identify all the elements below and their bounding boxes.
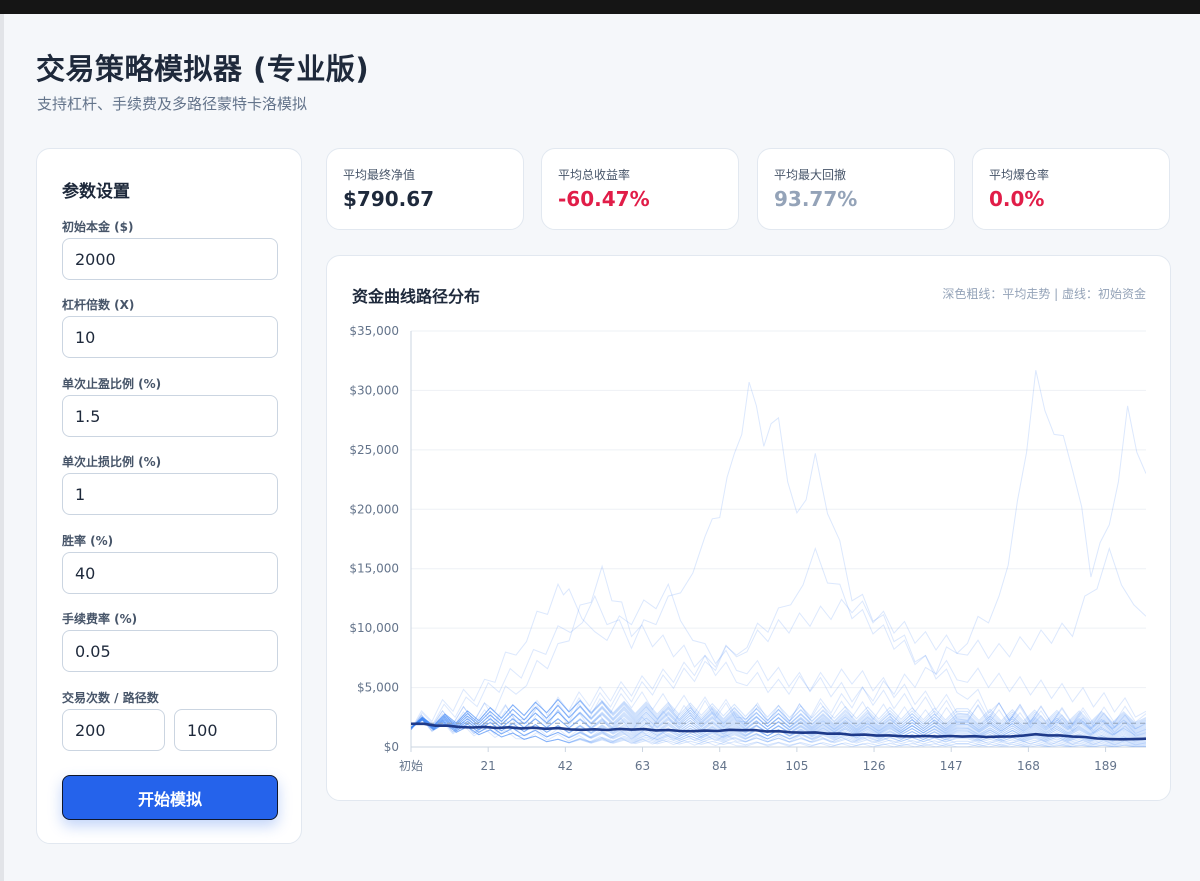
trades-count-input[interactable] <box>62 709 165 751</box>
stat-label: 平均最大回撤 <box>774 168 847 182</box>
x-tick-label: 21 <box>481 759 496 773</box>
initial-capital-input[interactable] <box>62 238 278 280</box>
y-tick-label: $20,000 <box>349 502 399 516</box>
fee-rate-label: 手续费率 (%) <box>62 612 138 626</box>
y-tick-label: $5,000 <box>357 681 399 695</box>
run-simulation-button[interactable]: 开始模拟 <box>62 775 278 820</box>
window-top-bar <box>0 0 1200 14</box>
equity-path-line <box>411 381 1146 735</box>
leverage-label: 杠杆倍数 (X) <box>62 298 135 312</box>
window-left-edge <box>0 14 4 881</box>
leverage-input[interactable] <box>62 316 278 358</box>
equity-chart: $0 $5,000 $10,000 $15,000 $20,000 $25,000 $30,… <box>349 324 1146 773</box>
stat-label: 平均最终净值 <box>343 168 416 182</box>
x-tick-label: 63 <box>635 759 650 773</box>
x-tick-label: 126 <box>863 759 886 773</box>
win-rate-input[interactable] <box>62 552 278 594</box>
fee-rate-input[interactable] <box>62 630 278 672</box>
paths-count-input[interactable] <box>174 709 277 751</box>
win-rate-label: 胜率 (%) <box>62 534 114 548</box>
params-panel: 参数设置 初始本金 ($) 杠杆倍数 (X) 单次止盈比例 (%) 单次止损比例… <box>36 148 302 844</box>
stat-label: 平均爆仓率 <box>989 168 1050 182</box>
x-tick-label: 105 <box>785 759 808 773</box>
take-profit-input[interactable] <box>62 395 278 437</box>
stat-value: -60.47% <box>558 187 650 211</box>
stop-loss-label: 单次止损比例 (%) <box>62 455 162 469</box>
stat-card-max-drawdown: 平均最大回撤 93.77% <box>757 148 955 230</box>
stop-loss-input[interactable] <box>62 473 278 515</box>
y-tick-label: $0 <box>384 740 399 754</box>
stat-card-liquidation-rate: 平均爆仓率 0.0% <box>972 148 1170 230</box>
page-title: 交易策略模拟器 (专业版) <box>36 52 370 86</box>
x-tick-label: 42 <box>558 759 573 773</box>
equity-chart-card: 资金曲线路径分布 深色粗线：平均走势 | 虚线：初始资金 $0 $5,000 $10… <box>326 255 1171 801</box>
x-tick-label: 84 <box>712 759 727 773</box>
y-tick-label: $35,000 <box>349 324 399 338</box>
page-subtitle: 支持杠杆、手续费及多路径蒙特卡洛模拟 <box>37 95 308 113</box>
stat-card-final-equity: 平均最终净值 $790.67 <box>326 148 524 230</box>
stat-value: 0.0% <box>989 187 1045 211</box>
trades-paths-label: 交易次数 / 路径数 <box>62 691 159 705</box>
y-tick-label: $15,000 <box>349 562 399 576</box>
stat-card-total-return: 平均总收益率 -60.47% <box>541 148 739 230</box>
x-tick-label: 初始 <box>399 759 423 773</box>
x-tick-label: 189 <box>1094 759 1117 773</box>
y-tick-label: $25,000 <box>349 443 399 457</box>
stat-value: $790.67 <box>343 187 435 211</box>
take-profit-label: 单次止盈比例 (%) <box>62 377 162 391</box>
equity-path-line <box>411 546 1146 730</box>
stat-label: 平均总收益率 <box>558 168 631 182</box>
x-tick-label: 168 <box>1017 759 1040 773</box>
x-tick-label: 147 <box>940 759 963 773</box>
params-title: 参数设置 <box>62 182 130 202</box>
initial-capital-label: 初始本金 ($) <box>62 220 134 234</box>
y-tick-label: $10,000 <box>349 621 399 635</box>
y-tick-label: $30,000 <box>349 383 399 397</box>
stat-value: 93.77% <box>774 187 858 211</box>
